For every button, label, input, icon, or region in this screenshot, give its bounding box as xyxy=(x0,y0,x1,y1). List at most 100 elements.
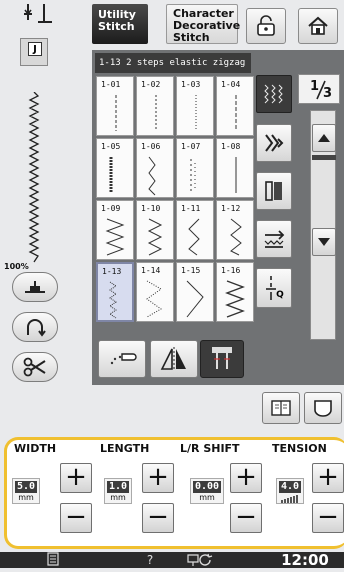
stitch-cell-label: 1-10 xyxy=(141,204,161,213)
lock-button[interactable] xyxy=(246,8,286,44)
presser-foot-indicator: J xyxy=(20,38,48,66)
manual-button[interactable] xyxy=(262,392,300,424)
needle-mode-button[interactable] xyxy=(256,172,292,210)
help-button[interactable]: ? xyxy=(140,552,160,568)
lr-shift-value: 0.00 xyxy=(193,481,221,493)
stitch-pattern-preview xyxy=(148,156,156,196)
tension-value-box: 4.0 xyxy=(276,478,304,504)
stitch-pattern-preview xyxy=(105,218,125,256)
stitch-cell-label: 1-16 xyxy=(221,266,241,275)
image-button[interactable] xyxy=(256,124,292,162)
selected-stitch-header: 1-13 2 steps elastic zigzag xyxy=(95,53,251,73)
stitch-cell-label: 1-13 xyxy=(102,267,122,276)
stitch-cell-1-16[interactable]: 1-16 xyxy=(216,262,254,322)
thread-cutter-button[interactable] xyxy=(12,352,58,382)
free-motion-button[interactable] xyxy=(98,340,146,378)
home-icon xyxy=(308,16,328,35)
stitch-view-selected-button[interactable] xyxy=(256,75,292,113)
threading-icon xyxy=(27,319,46,337)
stitch-pattern-preview xyxy=(146,280,162,318)
stitch-cell-1-02[interactable]: 1-02 xyxy=(136,76,174,136)
tension-level-icon xyxy=(281,495,298,503)
twin-needle-button[interactable] xyxy=(200,340,244,378)
tab-character-decorative[interactable]: Character Decorative Stitch xyxy=(166,4,240,44)
clock: 12:00 xyxy=(281,551,329,569)
tab-character-line3: Stitch xyxy=(173,31,210,44)
lock-icon xyxy=(257,15,275,36)
stitch-pattern-preview xyxy=(225,280,245,318)
settings-status-button[interactable] xyxy=(184,552,224,568)
width-value: 5.0 xyxy=(15,481,37,493)
stitch-cell-1-14[interactable]: 1-14 xyxy=(136,262,174,322)
tension-plus-button[interactable]: + xyxy=(312,463,344,493)
length-value: 1.0 xyxy=(107,481,129,493)
width-minus-button[interactable]: − xyxy=(60,503,92,533)
stitch-pattern-preview xyxy=(109,281,117,319)
lr-shift-minus-button[interactable]: − xyxy=(230,503,262,533)
tab-utility-stitch[interactable]: Utility Stitch xyxy=(92,4,148,44)
width-plus-button[interactable]: + xyxy=(60,463,92,493)
tab-utility-line2: Stitch xyxy=(98,20,135,33)
mirror-image-button[interactable] xyxy=(150,340,198,378)
book-icon xyxy=(271,400,291,416)
length-plus-button[interactable]: + xyxy=(142,463,174,493)
triangle-down-icon xyxy=(318,238,330,246)
stitch-pattern-preview xyxy=(115,95,117,131)
scroll-up-button[interactable] xyxy=(312,124,336,152)
stitch-pattern-preview xyxy=(147,218,163,256)
triangle-up-icon xyxy=(318,134,330,142)
scroll-thumb[interactable] xyxy=(312,155,336,160)
stitch-cell-1-05[interactable]: 1-05 xyxy=(96,138,134,198)
stitch-cell-label: 1-05 xyxy=(101,142,121,151)
lr-shift-label: L/R SHIFT xyxy=(180,442,240,455)
stitch-cell-1-08[interactable]: 1-08 xyxy=(216,138,254,198)
stitch-cell-label: 1-01 xyxy=(101,80,121,89)
presser-foot-lift-button[interactable] xyxy=(12,272,58,302)
stitch-pattern-preview xyxy=(190,159,196,193)
needle-threading-button[interactable] xyxy=(12,312,58,342)
length-unit: mm xyxy=(110,493,126,502)
twin-needle-icon xyxy=(212,347,232,369)
stitch-pattern-preview xyxy=(109,157,113,193)
home-button[interactable] xyxy=(298,8,338,44)
adjust-stitch-icon xyxy=(264,230,285,248)
lr-shift-plus-button[interactable]: + xyxy=(230,463,262,493)
mirror-stitch-icon xyxy=(265,134,284,152)
stitch-settings-button[interactable] xyxy=(256,220,292,258)
stitch-cell-1-11[interactable]: 1-11 xyxy=(176,200,214,260)
stitch-cell-1-07[interactable]: 1-07 xyxy=(176,138,214,198)
stitch-cell-1-13[interactable]: 1-13 xyxy=(96,262,134,322)
stitch-cell-label: 1-03 xyxy=(181,80,201,89)
stitch-pattern-preview xyxy=(235,95,237,131)
page-total: 3 xyxy=(323,86,333,101)
stitch-cell-label: 1-04 xyxy=(221,80,241,89)
stitch-pattern-preview xyxy=(186,280,204,318)
scroll-down-button[interactable] xyxy=(312,228,336,256)
length-minus-button[interactable]: − xyxy=(142,503,174,533)
mirror-icon xyxy=(160,347,186,371)
presser-foot-letter: J xyxy=(28,42,42,56)
zoom-label: 100% xyxy=(4,262,29,271)
stitch-cell-1-10[interactable]: 1-10 xyxy=(136,200,174,260)
stitch-cell-1-01[interactable]: 1-01 xyxy=(96,76,134,136)
stitch-cell-label: 1-15 xyxy=(181,266,201,275)
stitch-cell-1-04[interactable]: 1-04 xyxy=(216,76,254,136)
scissors-icon xyxy=(23,357,46,377)
stitch-cell-1-12[interactable]: 1-12 xyxy=(216,200,254,260)
stitch-cell-label: 1-14 xyxy=(141,266,161,275)
presser-foot-icon xyxy=(25,281,45,293)
tension-minus-button[interactable]: − xyxy=(312,503,344,533)
stitch-cell-1-06[interactable]: 1-06 xyxy=(136,138,174,198)
menu-button[interactable] xyxy=(38,552,68,568)
width-label: WIDTH xyxy=(14,442,57,455)
quilting-button[interactable]: Q xyxy=(256,268,292,308)
stitch-cell-1-15[interactable]: 1-15 xyxy=(176,262,214,322)
stitch-cell-1-03[interactable]: 1-03 xyxy=(176,76,214,136)
stitch-pattern-preview xyxy=(155,95,157,131)
memory-button[interactable] xyxy=(304,392,342,424)
quilt-q-label: Q xyxy=(276,290,284,300)
stitch-preview-zigzag xyxy=(28,92,40,263)
machine-settings-icon xyxy=(187,553,213,566)
document-icon xyxy=(47,552,59,566)
stitch-cell-1-09[interactable]: 1-09 xyxy=(96,200,134,260)
